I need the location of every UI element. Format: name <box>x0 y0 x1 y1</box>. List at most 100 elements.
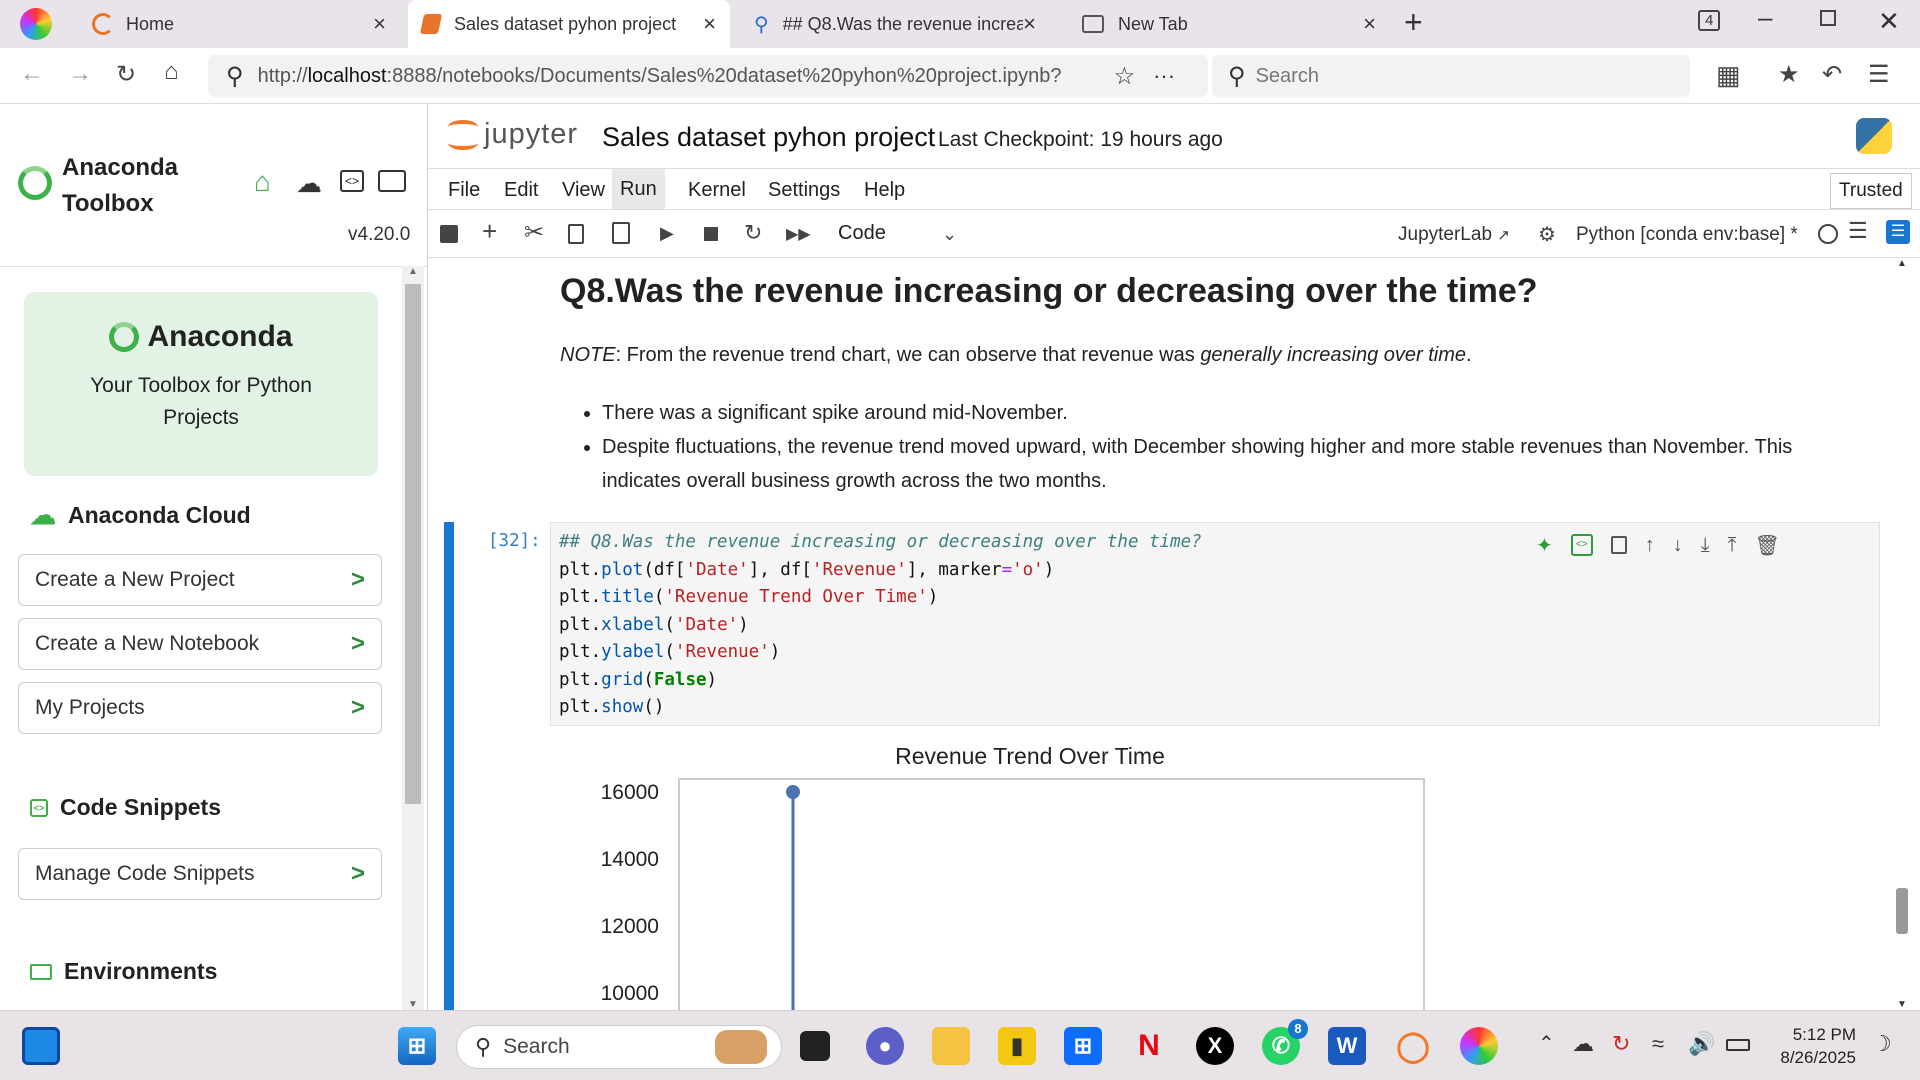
scroll-up-arrow-icon[interactable]: ▲ <box>402 266 424 284</box>
menu-settings[interactable]: Settings <box>768 179 840 202</box>
tab-notebook[interactable]: Sales dataset pyhon project × <box>408 0 730 48</box>
browser-logo-icon[interactable] <box>20 8 52 40</box>
jupyter-logo-icon[interactable] <box>448 118 478 152</box>
new-tab-button[interactable]: + <box>1404 4 1423 41</box>
menu-kernel[interactable]: Kernel <box>688 179 746 202</box>
menu-run[interactable]: Run <box>612 169 665 209</box>
home-icon[interactable]: ⌂ <box>164 58 179 86</box>
menu-icon[interactable]: ☰ <box>1868 60 1890 89</box>
power-bi-icon[interactable]: ▮ <box>998 1027 1036 1065</box>
menu-file[interactable]: File <box>448 179 480 202</box>
menu-edit[interactable]: Edit <box>504 179 538 202</box>
microsoft-store-icon[interactable]: ⊞ <box>1064 1027 1102 1065</box>
word-icon[interactable]: W <box>1328 1027 1366 1065</box>
scroll-up-arrow-icon[interactable]: ▲ <box>1896 258 1908 269</box>
cloud-icon[interactable]: ☁ <box>296 168 322 199</box>
scrollbar-thumb[interactable] <box>1896 888 1908 934</box>
battery-icon[interactable] <box>1726 1039 1750 1051</box>
file-explorer-icon[interactable] <box>932 1027 970 1065</box>
close-tab-icon[interactable]: × <box>1363 11 1376 37</box>
save-icon[interactable] <box>440 225 458 243</box>
jupyter-taskbar-icon[interactable]: ◯ <box>1394 1027 1432 1065</box>
forward-icon[interactable]: → <box>68 60 92 88</box>
cut-icon[interactable]: ✂ <box>524 218 544 247</box>
move-up-icon[interactable]: ↑ <box>1645 534 1655 557</box>
more-options-icon[interactable]: ··· <box>1153 63 1175 89</box>
interrupt-icon[interactable] <box>704 227 718 241</box>
create-project-button[interactable]: Create a New Project > <box>18 554 382 606</box>
debugger-bug-icon[interactable]: ⚙ <box>1538 222 1556 247</box>
copy-icon[interactable] <box>568 224 584 244</box>
notebook-scrollbar[interactable]: ▲ ▼ <box>1896 258 1908 1010</box>
insert-cell-icon[interactable]: + <box>482 216 497 247</box>
task-view-icon[interactable] <box>800 1031 830 1061</box>
code-snippet-icon[interactable]: <> <box>1570 534 1593 556</box>
scrollbar-thumb[interactable] <box>405 284 421 804</box>
duplicate-cell-icon[interactable] <box>1610 536 1627 554</box>
kernel-name[interactable]: Python [conda env:base] * <box>1576 224 1798 246</box>
menu-view[interactable]: View <box>562 179 605 202</box>
close-window-icon[interactable]: ✕ <box>1878 6 1900 37</box>
move-down-icon[interactable]: ↓ <box>1673 534 1683 557</box>
tab-search[interactable]: ⚲ ## Q8.Was the revenue increa × <box>740 0 1050 48</box>
x-app-icon[interactable]: X <box>1196 1027 1234 1065</box>
scroll-down-arrow-icon[interactable]: ▼ <box>1896 999 1908 1010</box>
url-text[interactable]: http://localhost:8888/notebooks/Document… <box>258 65 1088 88</box>
widgets-icon[interactable] <box>22 1027 60 1065</box>
menu-icon[interactable]: ☰ <box>1848 218 1868 244</box>
wifi-icon[interactable]: ≈ <box>1652 1031 1664 1057</box>
trusted-indicator[interactable]: Trusted <box>1830 173 1912 209</box>
back-icon[interactable]: ← <box>20 60 44 88</box>
home-icon[interactable]: ⌂ <box>254 166 271 198</box>
restore-icon[interactable] <box>1820 10 1836 26</box>
start-button-icon[interactable]: ⊞ <box>398 1027 436 1065</box>
whatsapp-icon[interactable]: ✆ 8 <box>1262 1019 1308 1065</box>
run-icon[interactable]: ▶ <box>660 223 674 244</box>
create-notebook-button[interactable]: Create a New Notebook > <box>18 618 382 670</box>
cell-type-select[interactable]: Code <box>838 222 886 245</box>
undo-icon[interactable]: ↶ <box>1822 60 1842 89</box>
restart-kernel-icon[interactable]: ↻ <box>744 220 762 246</box>
extensions-grid-icon[interactable]: ▦ <box>1716 60 1741 91</box>
delete-cell-icon[interactable]: 🗑 <box>1754 533 1779 558</box>
notebook-title[interactable]: Sales dataset pyhon project <box>602 122 935 153</box>
browser-search-box[interactable]: ⚲ Search <box>1212 55 1690 97</box>
address-bar[interactable]: ⚲ http://localhost:8888/notebooks/Docume… <box>208 55 1208 97</box>
chevron-down-icon[interactable]: ⌄ <box>942 224 957 245</box>
run-all-icon[interactable]: ▶▶ <box>786 224 811 244</box>
table-of-contents-icon[interactable]: ☰ <box>1886 220 1910 244</box>
taskbar-search[interactable]: ⚲ Search <box>456 1025 782 1069</box>
clock[interactable]: 5:12 PM 8/26/2025 <box>1768 1023 1856 1069</box>
tab-count-badge[interactable]: 4 <box>1698 10 1721 31</box>
tab-new-tab[interactable]: New Tab × <box>1068 0 1390 48</box>
panel-scrollbar[interactable]: ▲ ▼ <box>402 266 424 1010</box>
favorites-icon[interactable]: ★ <box>1778 60 1800 89</box>
volume-icon[interactable]: 🔊 <box>1688 1031 1715 1057</box>
menu-help[interactable]: Help <box>864 179 905 202</box>
notebook-area[interactable]: Q8.Was the revenue increasing or decreas… <box>428 258 1908 1010</box>
reload-icon[interactable]: ↻ <box>116 60 136 89</box>
code-snippet-icon[interactable]: <> <box>340 170 364 192</box>
close-tab-icon[interactable]: × <box>703 11 716 37</box>
ai-sparkle-icon[interactable]: ✦ <box>1536 533 1553 558</box>
environment-icon[interactable] <box>378 170 406 192</box>
insert-above-icon[interactable]: ⤓ <box>1701 534 1710 557</box>
paste-icon[interactable] <box>612 222 630 244</box>
chat-app-icon[interactable]: ● <box>866 1027 904 1065</box>
chevron-up-icon[interactable]: ⌃ <box>1538 1031 1555 1056</box>
favorite-star-icon[interactable]: ☆ <box>1114 62 1136 91</box>
scroll-down-arrow-icon[interactable]: ▼ <box>402 999 424 1010</box>
manage-snippets-button[interactable]: Manage Code Snippets > <box>18 848 382 900</box>
browser-taskbar-icon[interactable] <box>1460 1027 1498 1065</box>
tab-home[interactable]: Home × <box>78 0 400 48</box>
close-tab-icon[interactable]: × <box>1023 11 1036 37</box>
netflix-icon[interactable]: N <box>1130 1027 1168 1065</box>
insert-below-icon[interactable]: ⤒ <box>1728 534 1737 557</box>
sync-icon[interactable]: ↻ <box>1612 1031 1630 1057</box>
notifications-moon-icon[interactable]: ☽ <box>1872 1031 1892 1057</box>
close-tab-icon[interactable]: × <box>373 11 386 37</box>
minimize-icon[interactable]: – <box>1758 2 1772 33</box>
my-projects-button[interactable]: My Projects > <box>18 682 382 734</box>
jupyterlab-link[interactable]: JupyterLab ↗ <box>1398 224 1510 246</box>
onedrive-icon[interactable]: ☁ <box>1572 1031 1594 1057</box>
